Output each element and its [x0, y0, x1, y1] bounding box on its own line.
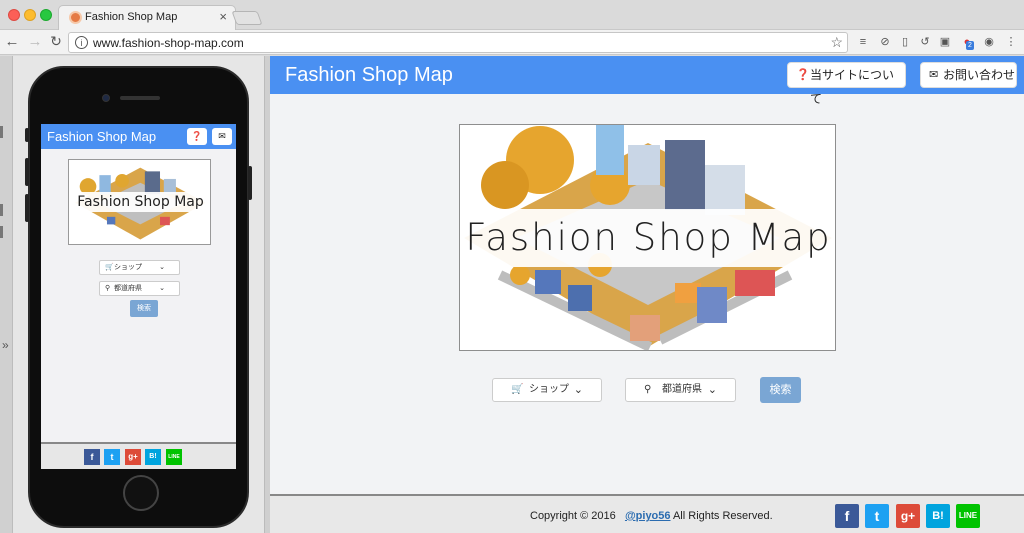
envelope-icon: ✉ — [929, 69, 939, 81]
mobile-about-button[interactable]: ❓ — [187, 128, 207, 145]
question-circle-icon: ❓ — [796, 69, 810, 81]
main-page: Fashion Shop Map ❓ 当サイトについて ✉ お問い合わせ Fas… — [270, 56, 1024, 533]
hatena-icon[interactable]: B! — [145, 449, 161, 465]
strip-marker — [0, 204, 3, 216]
rights-label: All Rights Reserved. — [672, 510, 773, 522]
shop-select-label: ショップ — [529, 384, 569, 395]
bookmark-star-icon[interactable]: ☆ — [830, 34, 843, 51]
prefecture-select[interactable]: ⚲ 都道府県 ⌄ — [625, 378, 736, 402]
phone-frame: Fashion Shop Map ❓ ✉ Fashion Shop Map 🛒 … — [25, 66, 252, 528]
about-button-label: 当サイトについて — [810, 68, 895, 106]
phone-side-button — [25, 128, 29, 142]
mobile-prefecture-select-label: 都道府県 — [114, 285, 142, 292]
forward-arrow-icon[interactable]: → — [27, 33, 43, 50]
close-window-button[interactable] — [8, 9, 20, 21]
mobile-logo-image: Fashion Shop Map — [68, 159, 211, 245]
facebook-icon[interactable]: f — [84, 449, 100, 465]
map-marker-icon: ⚲ — [644, 384, 652, 395]
new-tab-button[interactable] — [231, 11, 263, 25]
menu-icon[interactable]: ⋮ — [1004, 35, 1018, 49]
mobile-brand[interactable]: Fashion Shop Map — [47, 129, 156, 144]
tab-close-icon[interactable]: × — [219, 9, 227, 24]
phone-home-button[interactable] — [123, 475, 159, 511]
phone-screen: Fashion Shop Map ❓ ✉ Fashion Shop Map 🛒 … — [41, 124, 236, 469]
reload-icon[interactable]: ↻ — [48, 33, 64, 50]
logo-image: Fashion Shop Map — [459, 124, 836, 351]
tab-title: Fashion Shop Map — [85, 11, 178, 23]
author-link[interactable]: @piyo56 — [625, 510, 671, 522]
phone-side-button — [248, 166, 252, 200]
google-plus-icon[interactable]: g+ — [125, 449, 141, 465]
map-marker-icon: ⚲ — [105, 285, 111, 292]
chevron-down-icon: ⌄ — [707, 384, 717, 396]
facebook-icon[interactable]: f — [835, 504, 859, 528]
back-arrow-icon[interactable]: ← — [4, 33, 20, 50]
chevron-down-icon: ⌄ — [573, 384, 583, 396]
minimize-window-button[interactable] — [24, 9, 36, 21]
google-plus-icon[interactable]: g+ — [896, 504, 920, 528]
cart-icon: 🛒 — [105, 264, 114, 271]
mobile-contact-button[interactable]: ✉ — [212, 128, 232, 145]
mobile-search-button[interactable]: 検索 — [130, 300, 158, 317]
hatena-icon[interactable]: B! — [926, 504, 950, 528]
cart-icon: 🛒 — [511, 384, 524, 395]
extension-icon[interactable]: ▣ — [938, 35, 952, 49]
device-icon[interactable]: ▯ — [898, 35, 912, 49]
copyright-text: Copyright © 2016 @piyo56 All Rights Rese… — [530, 510, 773, 522]
mobile-prefecture-select[interactable]: ⚲ 都道府県 ⌄ — [99, 281, 180, 296]
shop-select[interactable]: 🛒 ショップ ⌄ — [492, 378, 602, 402]
prefecture-select-label: 都道府県 — [662, 384, 702, 395]
mobile-shop-select-label: ショップ — [114, 264, 142, 271]
contact-button-label: お問い合わせ — [943, 68, 1016, 82]
maximize-window-button[interactable] — [40, 9, 52, 21]
url-text[interactable]: www.fashion-shop-map.com — [93, 36, 244, 50]
contact-button[interactable]: ✉ お問い合わせ — [920, 62, 1017, 88]
reading-list-icon[interactable]: ≡ — [856, 35, 870, 49]
simulator-side-strip: » — [0, 56, 13, 533]
twitter-icon[interactable]: t — [865, 504, 889, 528]
block-icon[interactable]: ⊘ — [878, 35, 892, 49]
extension-badge: 2 — [966, 41, 974, 50]
twitter-icon[interactable]: t — [104, 449, 120, 465]
sync-icon[interactable]: ↺ — [918, 35, 932, 49]
chevron-down-icon: ⌄ — [159, 264, 165, 271]
navbar: Fashion Shop Map ❓ 当サイトについて ✉ お問い合わせ — [270, 56, 1024, 106]
search-button[interactable]: 検索 — [760, 377, 801, 403]
logo-text: Fashion Shop Map — [463, 209, 834, 267]
info-icon[interactable]: i — [75, 36, 88, 49]
about-button[interactable]: ❓ 当サイトについて — [787, 62, 906, 106]
browser-toolbar: ← → ↻ i www.fashion-shop-map.com ☆ ≡ ⊘ ▯… — [0, 30, 1024, 55]
phone-camera — [102, 94, 110, 102]
line-icon[interactable]: LINE — [956, 504, 980, 528]
mobile-navbar: Fashion Shop Map ❓ ✉ — [41, 124, 236, 149]
mobile-shop-select[interactable]: 🛒 ショップ ⌄ — [99, 260, 180, 275]
footer: Copyright © 2016 @piyo56 All Rights Rese… — [270, 494, 1024, 533]
notification-extension-icon[interactable]: ●2 — [960, 35, 974, 50]
strip-marker — [0, 226, 3, 238]
chevron-down-icon: ⌄ — [159, 285, 165, 292]
expand-chevron-icon[interactable]: » — [2, 338, 9, 352]
brand-title[interactable]: Fashion Shop Map — [285, 64, 453, 87]
browser-titlebar: Fashion Shop Map × — [0, 0, 1024, 30]
phone-side-button — [25, 194, 29, 222]
copyright-label: Copyright © 2016 — [530, 510, 616, 522]
phone-speaker — [120, 96, 160, 100]
favicon-icon — [69, 11, 82, 24]
camera-icon[interactable]: ◉ — [982, 35, 996, 49]
browser-tab[interactable]: Fashion Shop Map × — [58, 5, 236, 30]
strip-marker — [0, 126, 3, 138]
line-icon[interactable]: LINE — [166, 449, 182, 465]
phone-side-button — [25, 158, 29, 186]
mobile-logo-text: Fashion Shop Map — [71, 192, 210, 212]
mobile-footer: f t g+ B! LINE — [41, 442, 236, 469]
address-bar[interactable]: i www.fashion-shop-map.com ☆ — [68, 32, 848, 53]
